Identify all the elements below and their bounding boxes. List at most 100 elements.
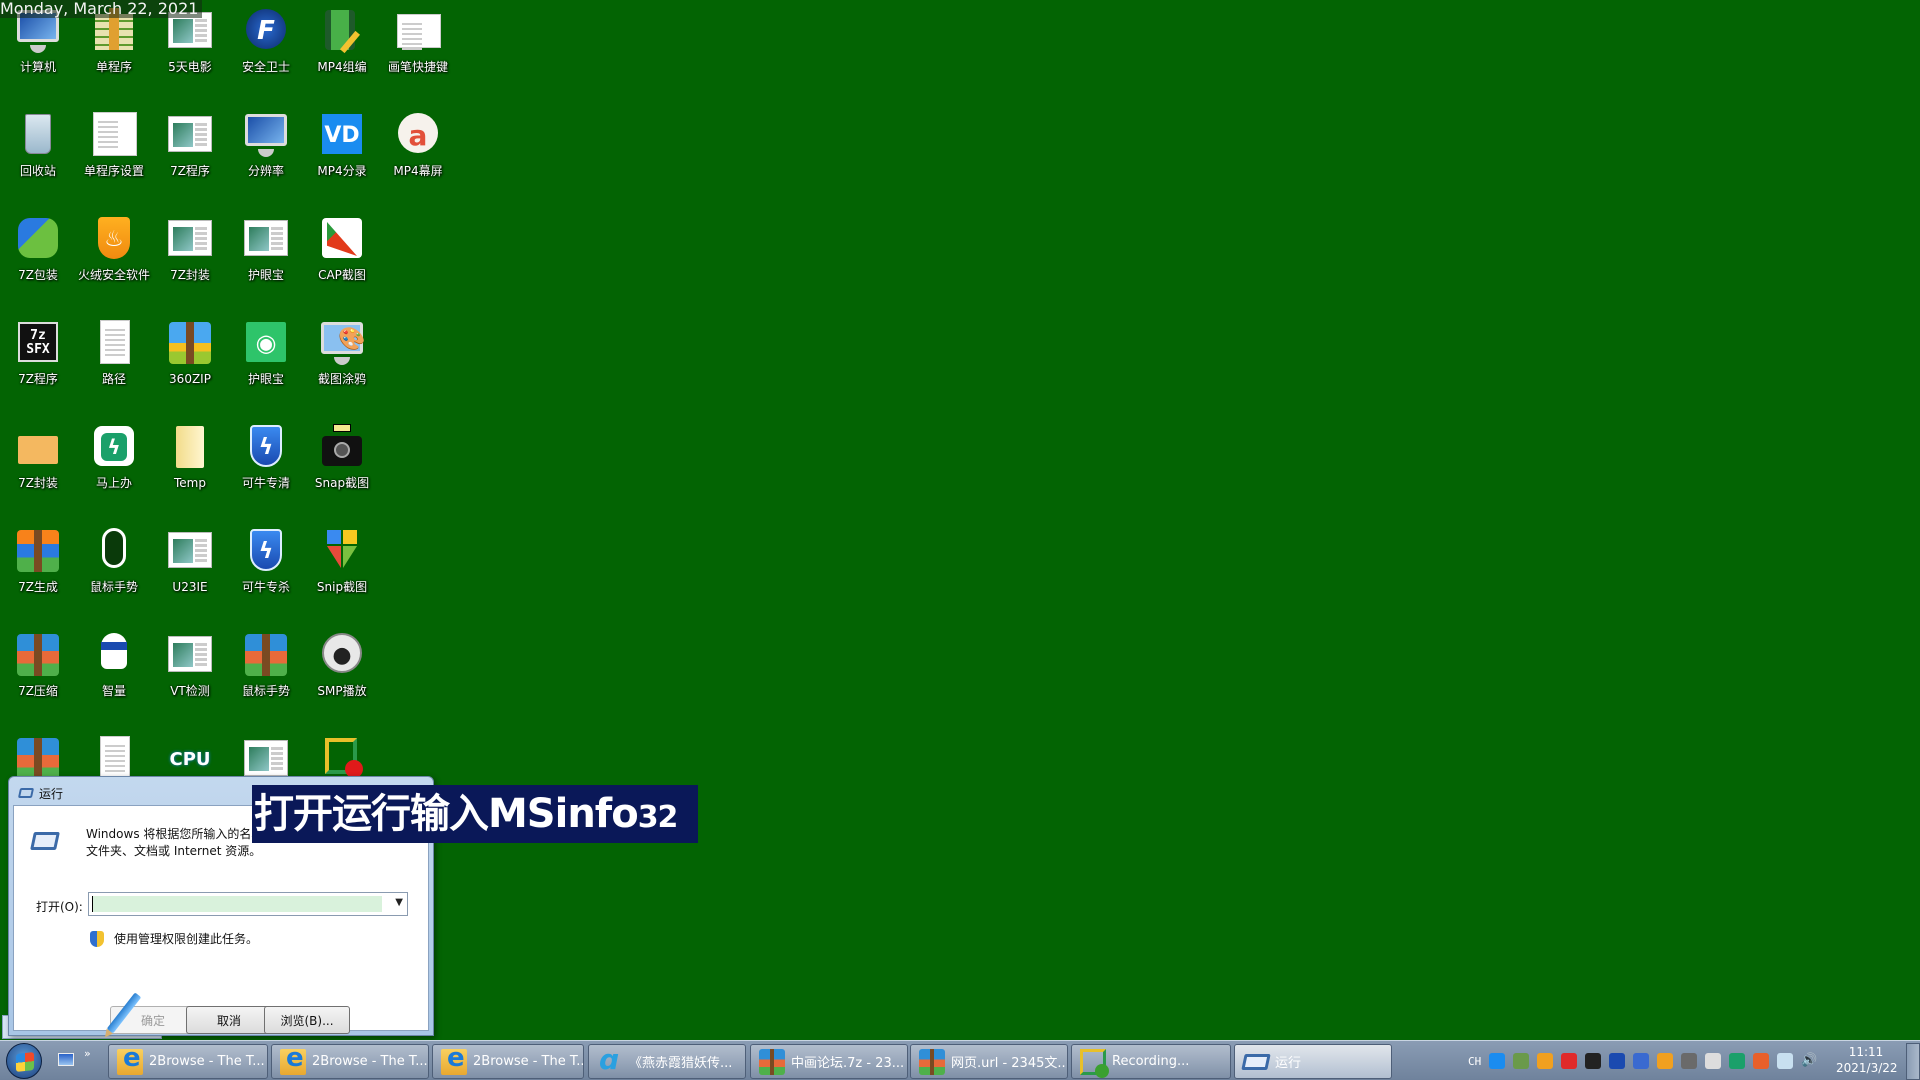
desktop-icon[interactable]: CAP截图: [304, 214, 380, 282]
desktop-icon[interactable]: ϟ 可牛专杀: [228, 526, 304, 594]
description-line-1: Windows 将根据您所输入的名称: [86, 827, 264, 841]
desktop-icon[interactable]: 鼠标手势: [228, 630, 304, 698]
browse-button[interactable]: 浏览(B)...: [264, 1006, 350, 1034]
desktop-icon-label: 360ZIP: [169, 372, 211, 386]
cancel-button[interactable]: 取消: [186, 1006, 272, 1034]
app-window-icon-part: [168, 532, 212, 568]
desktop-icon-label: 火绒安全软件: [77, 268, 150, 282]
dialog-description: Windows 将根据您所输入的名称 文件夹、文档或 Internet 资源。: [86, 826, 263, 860]
desktop-icon[interactable]: 🎨 截图涂鸦: [304, 318, 380, 386]
taskbar-button[interactable]: 《燕赤霞猎妖传...: [588, 1044, 746, 1079]
robot-tray-icon[interactable]: [1609, 1053, 1626, 1069]
desktop-icon[interactable]: U23IE: [152, 526, 228, 594]
desktop-icon[interactable]: 画笔快捷键: [380, 6, 456, 74]
huorong-tray-icon[interactable]: [1657, 1053, 1674, 1069]
desktop-icon[interactable]: 回收站: [0, 110, 76, 178]
clock[interactable]: 11:11 2021/3/22: [1836, 1044, 1898, 1076]
open-combobox[interactable]: ▼: [88, 892, 408, 916]
desktop-icon[interactable]: 7Z生成: [0, 526, 76, 594]
snip-tray-icon[interactable]: [1537, 1053, 1554, 1069]
desktop-icon[interactable]: ϟ 可牛专清: [228, 422, 304, 490]
desktop-icon[interactable]: 护眼宝: [228, 214, 304, 282]
desktop-icon[interactable]: 7Z封装: [0, 422, 76, 490]
taskbar-button[interactable]: Recording...: [1071, 1044, 1231, 1079]
taskbar: » 2Browse - The T... 2Browse - The T... 2B…: [0, 1040, 1920, 1080]
desktop-icon-label: MP4组编: [317, 60, 367, 74]
desktop-icon-label: 鼠标手势: [89, 580, 138, 594]
lightning-tray-icon[interactable]: [1729, 1053, 1746, 1069]
taskbar-button[interactable]: 2Browse - The T...: [432, 1044, 584, 1079]
dropdown-arrow-icon[interactable]: ▼: [395, 897, 403, 908]
desktop-icon[interactable]: a MP4幕屏: [380, 110, 456, 178]
taskbar-button[interactable]: 2Browse - The T...: [271, 1044, 429, 1079]
uac-shield-icon: [90, 930, 104, 947]
taskbar-button[interactable]: 网页.url - 2345文...: [910, 1044, 1068, 1079]
dialog-title-bar[interactable]: 运行: [17, 783, 63, 803]
taskbar-button[interactable]: 运行: [1234, 1044, 1392, 1079]
desktop-icon[interactable]: Snap截图: [304, 422, 380, 490]
run-icon: [17, 788, 35, 798]
desktop-icon-label: 7Z压缩: [18, 684, 58, 698]
desktop-icon[interactable]: 分辨率: [228, 110, 304, 178]
cap-tray-icon[interactable]: [1561, 1053, 1578, 1069]
desktop-icon[interactable]: 智量: [76, 630, 152, 698]
robot-icon: [89, 630, 139, 680]
desktop-icon-label: 画笔快捷键: [387, 60, 448, 74]
desktop-icon[interactable]: ◉ 护眼宝: [228, 318, 304, 386]
start-button[interactable]: [6, 1043, 42, 1079]
desktop-icon[interactable]: 单程序设置: [76, 110, 152, 178]
device-ok-icon[interactable]: [1681, 1053, 1698, 1069]
run-large-icon: [30, 832, 60, 850]
taskbar-button[interactable]: 中画论坛.7z - 23...: [750, 1044, 908, 1079]
security-guard-icon-part: F: [257, 16, 275, 46]
desktop-icon[interactable]: 7Z封装: [152, 214, 228, 282]
open-input[interactable]: [92, 896, 382, 912]
taskbar-button-label: 2Browse - The T...: [473, 1054, 584, 1069]
lightning-shield-icon-part: ϟ: [258, 434, 274, 460]
mouse-tray-icon[interactable]: [1705, 1053, 1722, 1069]
winrar-icon-part: [245, 634, 287, 676]
language-indicator[interactable]: CH: [1468, 1055, 1481, 1068]
ie-app-icon: [441, 1045, 467, 1075]
usb-icon[interactable]: [1633, 1053, 1650, 1069]
desktop-icon[interactable]: 路径: [76, 318, 152, 386]
qq-icon[interactable]: [1489, 1053, 1506, 1069]
desktop-icon[interactable]: 7Z压缩: [0, 630, 76, 698]
lightning-shield-icon: ϟ: [241, 526, 291, 576]
desktop-icon[interactable]: 7z SFX 7Z程序: [0, 318, 76, 386]
desktop-icon[interactable]: ϟ 马上办: [76, 422, 152, 490]
desktop-icon[interactable]: ♨ 火绒安全软件: [76, 214, 152, 282]
caption-text: 打开运行输入MSinfo: [254, 791, 639, 837]
recycle-bin-icon: [13, 110, 63, 160]
cloud-sync-icon[interactable]: [1777, 1053, 1794, 1069]
desktop-icon[interactable]: 360ZIP: [152, 318, 228, 386]
taskbar-button-label: 2Browse - The T...: [149, 1054, 265, 1069]
desktop-icon[interactable]: F 安全卫士: [228, 6, 304, 74]
desktop-icon[interactable]: Snip截图: [304, 526, 380, 594]
show-desktop-quicklaunch-icon[interactable]: [58, 1053, 74, 1066]
desktop-icon-label: 护眼宝: [247, 268, 284, 282]
paw-tray-icon[interactable]: [1753, 1053, 1770, 1069]
desktop-icon[interactable]: VT检测: [152, 630, 228, 698]
date-banner: Monday, March 22, 2021: [0, 0, 203, 18]
quicklaunch-more-icon[interactable]: »: [84, 1047, 91, 1060]
text-file-icon-part: [100, 320, 130, 364]
recorder-tray-icon[interactable]: [1513, 1053, 1530, 1069]
lightning-app-icon: ϟ: [89, 422, 139, 472]
camera-tray-icon[interactable]: [1585, 1053, 1602, 1069]
winrar-icon-part: [17, 738, 59, 780]
taskbar-button[interactable]: 2Browse - The T...: [108, 1044, 268, 1079]
desktop-icon[interactable]: MP4组编: [304, 6, 380, 74]
volume-icon[interactable]: 🔊: [1801, 1053, 1817, 1069]
vd-icon-part: VD: [324, 122, 360, 148]
desktop-icon-label: 7Z封装: [170, 268, 210, 282]
desktop-icon[interactable]: VD MP4分录: [304, 110, 380, 178]
show-desktop-button[interactable]: [1906, 1043, 1920, 1080]
desktop-icon[interactable]: 7Z包装: [0, 214, 76, 282]
snip-icon: [317, 526, 367, 576]
desktop-icon[interactable]: ● SMP播放: [304, 630, 380, 698]
display-icon-part: [245, 114, 287, 157]
desktop-icon[interactable]: 7Z程序: [152, 110, 228, 178]
desktop-icon[interactable]: 鼠标手势: [76, 526, 152, 594]
desktop-icon[interactable]: Temp: [152, 422, 228, 490]
